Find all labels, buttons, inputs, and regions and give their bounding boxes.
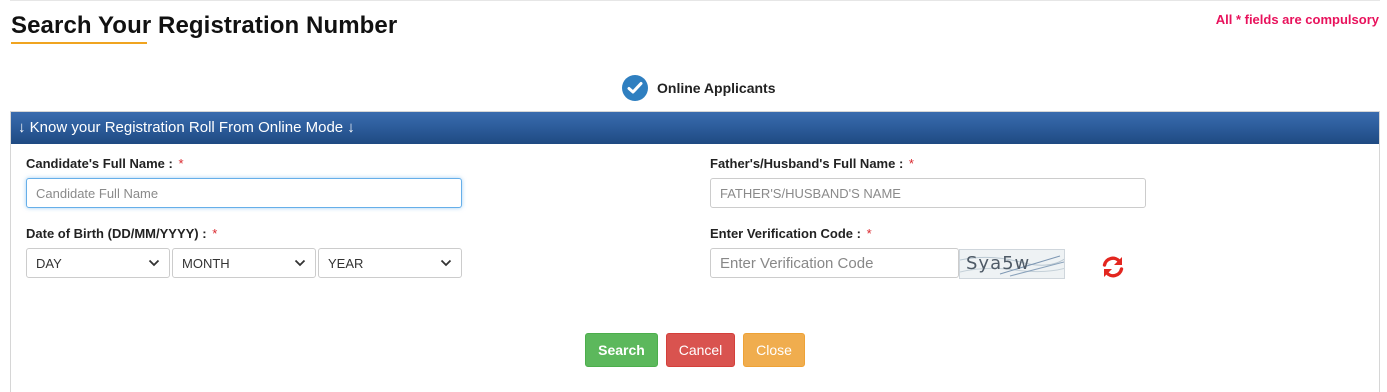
verification-label-text: Enter Verification Code : <box>710 226 861 241</box>
dob-month-select[interactable]: MONTH <box>172 248 316 278</box>
dob-year-value: YEAR <box>328 255 364 271</box>
dob-label: Date of Birth (DD/MM/YYYY) : * <box>26 226 217 241</box>
title-underline <box>11 42 147 44</box>
father-name-input[interactable] <box>710 178 1146 208</box>
required-mark: * <box>908 156 914 171</box>
candidate-name-label-text: Candidate's Full Name : <box>26 156 173 171</box>
dob-label-text: Date of Birth (DD/MM/YYYY) : <box>26 226 207 241</box>
option-label: Online Applicants <box>657 80 776 96</box>
verification-label: Enter Verification Code : * <box>710 226 872 241</box>
captcha-text: Sya5w <box>966 253 1031 274</box>
required-mark: * <box>866 226 872 241</box>
dob-day-select[interactable]: DAY <box>26 248 170 278</box>
dob-year-select[interactable]: YEAR <box>318 248 462 278</box>
refresh-icon[interactable] <box>1100 254 1126 280</box>
verification-code-input[interactable] <box>710 248 959 278</box>
page-title: Search Your Registration Number <box>11 12 398 39</box>
required-mark: * <box>212 226 218 241</box>
check-circle-icon[interactable] <box>622 75 648 101</box>
dob-month-value: MONTH <box>182 255 230 271</box>
father-name-label: Father's/Husband's Full Name : * <box>710 156 914 171</box>
online-applicants-option[interactable]: Online Applicants <box>622 74 776 102</box>
close-button[interactable]: Close <box>743 333 805 367</box>
chevron-down-icon <box>294 257 306 269</box>
candidate-name-label: Candidate's Full Name : * <box>26 156 184 171</box>
required-mark: * <box>178 156 184 171</box>
cancel-button[interactable]: Cancel <box>666 333 735 367</box>
candidate-name-input[interactable] <box>26 178 462 208</box>
father-name-label-text: Father's/Husband's Full Name : <box>710 156 904 171</box>
compulsory-note: All * fields are compulsory <box>1215 12 1379 27</box>
top-divider <box>10 0 1380 1</box>
dob-day-value: DAY <box>36 255 62 271</box>
captcha-image: Sya5w <box>959 249 1065 279</box>
chevron-down-icon <box>148 257 160 269</box>
panel-header: ↓ Know your Registration Roll From Onlin… <box>11 112 1379 144</box>
search-button[interactable]: Search <box>585 333 658 367</box>
chevron-down-icon <box>440 257 452 269</box>
